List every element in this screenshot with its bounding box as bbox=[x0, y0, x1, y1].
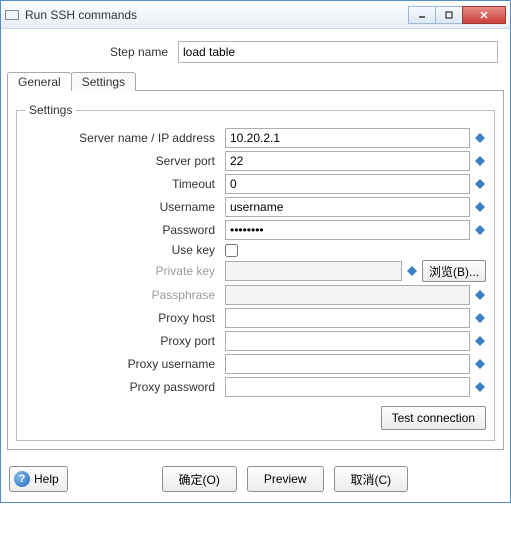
timeout-label: Timeout bbox=[25, 177, 225, 191]
settings-group: Settings Server name / IP address Server… bbox=[16, 103, 495, 441]
proxy-port-label: Proxy port bbox=[25, 334, 225, 348]
password-label: Password bbox=[25, 223, 225, 237]
variable-icon[interactable] bbox=[406, 265, 418, 277]
variable-icon[interactable] bbox=[474, 358, 486, 370]
variable-icon[interactable] bbox=[474, 289, 486, 301]
timeout-input[interactable] bbox=[225, 174, 470, 194]
variable-icon[interactable] bbox=[474, 178, 486, 190]
settings-legend: Settings bbox=[25, 103, 76, 117]
server-name-label: Server name / IP address bbox=[25, 131, 225, 145]
server-name-input[interactable] bbox=[225, 128, 470, 148]
tab-panel-general: Settings Server name / IP address Server… bbox=[7, 90, 504, 450]
proxy-username-input[interactable] bbox=[225, 354, 470, 374]
variable-icon[interactable] bbox=[474, 155, 486, 167]
proxy-host-input[interactable] bbox=[225, 308, 470, 328]
proxy-password-input[interactable] bbox=[225, 377, 470, 397]
use-key-label: Use key bbox=[25, 243, 225, 257]
app-icon bbox=[5, 10, 19, 20]
help-label: Help bbox=[34, 472, 59, 486]
variable-icon[interactable] bbox=[474, 224, 486, 236]
variable-icon[interactable] bbox=[474, 132, 486, 144]
username-input[interactable] bbox=[225, 197, 470, 217]
variable-icon[interactable] bbox=[474, 201, 486, 213]
passphrase-label: Passphrase bbox=[25, 288, 225, 302]
tab-general[interactable]: General bbox=[7, 72, 72, 91]
server-port-input[interactable] bbox=[225, 151, 470, 171]
variable-icon[interactable] bbox=[474, 312, 486, 324]
help-icon: ? bbox=[14, 471, 30, 487]
server-port-label: Server port bbox=[25, 154, 225, 168]
private-key-input[interactable] bbox=[225, 261, 402, 281]
proxy-username-label: Proxy username bbox=[25, 357, 225, 371]
variable-icon[interactable] bbox=[474, 381, 486, 393]
test-connection-button[interactable]: Test connection bbox=[381, 406, 486, 430]
passphrase-input[interactable] bbox=[225, 285, 470, 305]
browse-button[interactable]: 浏览(B)... bbox=[422, 260, 486, 282]
use-key-checkbox[interactable] bbox=[225, 244, 238, 257]
help-button[interactable]: ? Help bbox=[9, 466, 68, 492]
close-button[interactable] bbox=[462, 6, 506, 24]
maximize-button[interactable] bbox=[435, 6, 463, 24]
username-label: Username bbox=[25, 200, 225, 214]
tab-settings[interactable]: Settings bbox=[71, 72, 136, 91]
proxy-port-input[interactable] bbox=[225, 331, 470, 351]
dialog-window: Run SSH commands Step name General Setti… bbox=[0, 0, 511, 503]
titlebar: Run SSH commands bbox=[1, 1, 510, 29]
ok-button[interactable]: 确定(O) bbox=[162, 466, 237, 492]
private-key-label: Private key bbox=[25, 264, 225, 278]
minimize-button[interactable] bbox=[408, 6, 436, 24]
preview-button[interactable]: Preview bbox=[247, 466, 324, 492]
password-input[interactable] bbox=[225, 220, 470, 240]
variable-icon[interactable] bbox=[474, 335, 486, 347]
step-name-input[interactable] bbox=[178, 41, 498, 63]
proxy-password-label: Proxy password bbox=[25, 380, 225, 394]
window-title: Run SSH commands bbox=[25, 8, 409, 22]
step-name-label: Step name bbox=[13, 45, 178, 59]
proxy-host-label: Proxy host bbox=[25, 311, 225, 325]
cancel-button[interactable]: 取消(C) bbox=[334, 466, 409, 492]
